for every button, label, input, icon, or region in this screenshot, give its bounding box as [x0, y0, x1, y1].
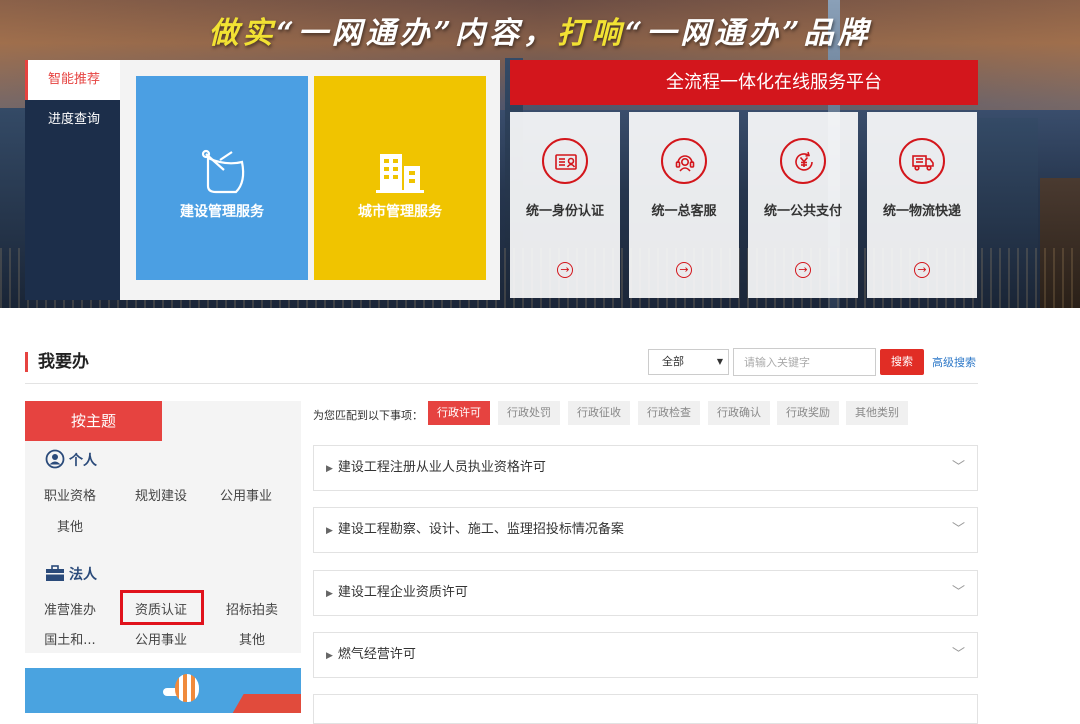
chevron-down-icon: ▼	[716, 357, 723, 366]
section-title: 我要办	[25, 352, 89, 372]
chevron-down-icon[interactable]: ﹀	[952, 633, 965, 677]
chevron-down-icon[interactable]: ﹀	[952, 446, 965, 490]
banner-tab-column: 智能推荐 进度查询	[25, 60, 120, 300]
category-chip[interactable]: 行政处罚	[498, 401, 560, 425]
theme-item[interactable]: 准营准办	[30, 599, 110, 618]
caret-right-icon: ▶	[326, 464, 333, 474]
chevron-down-icon[interactable]: ﹀	[952, 571, 965, 615]
unified-customer-service-card[interactable]: 统一总客服 →	[629, 112, 739, 298]
group-label: 法人	[69, 567, 97, 583]
theme-item[interactable]: 公用事业	[206, 485, 286, 504]
theme-item[interactable]: 其他	[30, 516, 110, 535]
delivery-truck-icon	[899, 138, 945, 184]
category-chip[interactable]: 行政确认	[708, 401, 770, 425]
satellite-dish-icon	[201, 149, 245, 194]
theme-item[interactable]: 其他	[212, 629, 292, 648]
caret-right-icon: ▶	[326, 526, 333, 536]
city-management-tile[interactable]: 城市管理服务	[314, 76, 486, 280]
category-chip[interactable]: 行政征收	[568, 401, 630, 425]
customer-service-icon	[661, 138, 707, 184]
search-button[interactable]: 搜索	[880, 349, 924, 375]
slogan-part: 做实	[208, 16, 277, 51]
promo-banner[interactable]	[25, 668, 301, 713]
advanced-search-link[interactable]: 高级搜索	[932, 354, 976, 370]
tile-label: 城市管理服务	[358, 204, 442, 220]
select-value: 全部	[662, 355, 684, 368]
caret-right-icon: ▶	[326, 651, 333, 661]
service-label: 统一物流快递	[882, 204, 961, 219]
matter-row[interactable]: ▶ 建设工程企业资质许可 ﹀	[313, 570, 978, 616]
arrow-right-icon[interactable]: →	[914, 262, 930, 278]
theme-item[interactable]: 公用事业	[121, 629, 201, 648]
match-prompt: 为您匹配到以下事项：	[313, 409, 423, 422]
category-chip[interactable]: 行政奖励	[777, 401, 839, 425]
briefcase-icon	[46, 565, 64, 581]
corporate-group-header: 法人	[45, 564, 97, 584]
category-select[interactable]: 全部 ▼	[648, 349, 729, 375]
unified-identity-card[interactable]: 统一身份认证 →	[510, 112, 620, 298]
service-tiles-panel: 建设管理服务 城市管理服务	[120, 60, 500, 300]
building-icon	[376, 154, 424, 193]
id-card-icon	[542, 138, 588, 184]
highlight-box	[120, 590, 204, 625]
matter-title: 建设工程注册从业人员执业资格许可	[337, 460, 546, 475]
yuan-payment-icon	[780, 138, 826, 184]
category-chip[interactable]: 其他类别	[846, 401, 908, 425]
chevron-down-icon[interactable]: ﹀	[952, 508, 965, 552]
personal-group-header: 个人	[45, 449, 97, 470]
tab-smart-recommend[interactable]: 智能推荐	[25, 60, 120, 100]
matter-title: 建设工程勘察、设计、施工、监理招投标情况备案	[337, 522, 624, 537]
theme-item[interactable]: 规划建设	[121, 485, 201, 504]
search-input[interactable]	[733, 348, 876, 376]
category-chip[interactable]: 行政许可	[428, 401, 490, 425]
roof-shape	[226, 694, 301, 713]
service-label: 统一公共支付	[763, 204, 842, 219]
service-label: 统一身份认证	[525, 204, 604, 219]
banner-slogan: 做实“一网通办”内容，打响“一网通办”品牌	[0, 8, 1080, 52]
matter-row[interactable]: ▶ 建设工程注册从业人员执业资格许可 ﹀	[313, 445, 978, 491]
hot-air-balloon-icon	[175, 674, 199, 702]
hero-banner: 做实“一网通办”内容，打响“一网通办”品牌 智能推荐 进度查询 建设管理服务 城…	[0, 0, 1080, 308]
theme-item[interactable]: 国土和...	[30, 629, 110, 648]
matter-title: 建设工程企业资质许可	[337, 585, 468, 600]
caret-right-icon: ▶	[326, 589, 333, 599]
unified-payment-card[interactable]: 统一公共支付 →	[748, 112, 858, 298]
slogan-part: 打响	[557, 16, 625, 51]
arrow-right-icon[interactable]: →	[557, 262, 573, 278]
matter-row[interactable]	[313, 694, 978, 724]
slogan-part: “一网通办”内容，	[276, 16, 557, 51]
service-label: 统一总客服	[651, 204, 717, 219]
arrow-right-icon[interactable]: →	[676, 262, 692, 278]
tab-by-theme[interactable]: 按主题	[25, 401, 162, 441]
arrow-right-icon[interactable]: →	[795, 262, 811, 278]
category-chip[interactable]: 行政检查	[638, 401, 700, 425]
unified-logistics-card[interactable]: 统一物流快递 →	[867, 112, 977, 298]
matter-row[interactable]: ▶ 建设工程勘察、设计、施工、监理招投标情况备案 ﹀	[313, 507, 978, 553]
theme-item[interactable]: 职业资格	[30, 485, 110, 504]
matter-title: 燃气经营许可	[337, 647, 416, 662]
platform-title: 全流程一体化在线服务平台	[510, 60, 978, 105]
construction-management-tile[interactable]: 建设管理服务	[136, 76, 308, 280]
person-icon	[45, 449, 65, 469]
tab-progress-query[interactable]: 进度查询	[25, 100, 120, 140]
tile-label: 建设管理服务	[180, 204, 264, 220]
slogan-part: “一网通办”品牌	[625, 16, 872, 51]
theme-item[interactable]: 招标拍卖	[212, 599, 292, 618]
section-divider	[25, 383, 978, 384]
matter-row[interactable]: ▶ 燃气经营许可 ﹀	[313, 632, 978, 678]
group-label: 个人	[69, 453, 97, 469]
